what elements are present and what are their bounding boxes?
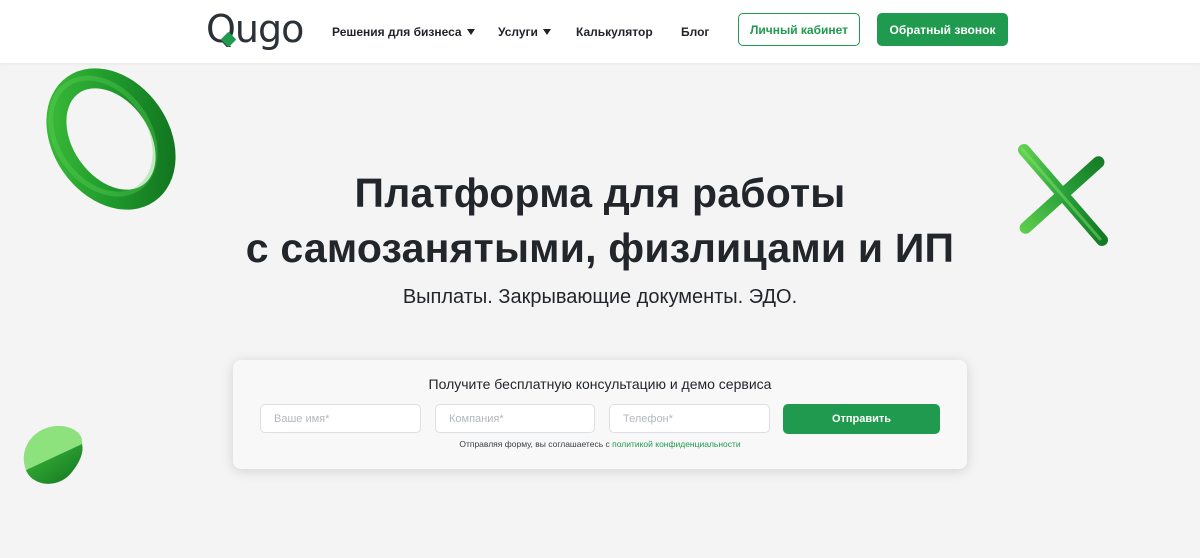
hero-title-line-2: с самозанятыми, физлицами и ИП [245,225,955,271]
qugo-logo[interactable]: Qugo [206,7,304,51]
nav-item-services[interactable]: Услуги [498,22,551,42]
consent-text: Отправляя форму, вы соглашаетесь с полит… [233,438,967,450]
consent-label: Отправляя форму, вы соглашаетесь с [459,439,610,449]
submit-button[interactable]: Отправить [783,404,940,434]
hero-title-line-1: Платформа для работы [354,170,846,216]
consultation-form: Получите бесплатную консультацию и демо … [233,360,967,469]
caret-down-icon [466,29,475,35]
green-half-sphere-decoration [23,425,83,484]
site-header: Qugo Решения для бизнеса Услуги Калькуля… [0,0,1200,63]
hero-subtitle: Выплаты. Закрывающие документы. ЭДО. [402,286,798,308]
privacy-policy-link[interactable]: политикой конфиденциальности [612,439,741,449]
account-button[interactable]: Личный кабинет [738,13,860,46]
phone-input[interactable] [609,404,770,433]
callback-button[interactable]: Обратный звонок [877,13,1008,46]
logo-text: Qugo [206,7,304,51]
nav-item-blog[interactable]: Блог [681,22,709,42]
nav-item-label: Блог [681,25,710,39]
hero-title: Платформа для работы с самозанятыми, физ… [0,166,1200,276]
nav-item-label: Услуги [498,25,538,39]
nav-item-label: Решения для бизнеса [332,25,462,39]
form-title: Получите бесплатную консультацию и демо … [428,376,772,392]
name-input[interactable] [260,404,421,433]
caret-down-icon [542,29,551,35]
nav-item-calculator[interactable]: Калькулятор [576,22,653,42]
company-input[interactable] [435,404,595,433]
nav-item-business-solutions[interactable]: Решения для бизнеса [332,22,475,42]
nav-item-label: Калькулятор [576,25,653,39]
